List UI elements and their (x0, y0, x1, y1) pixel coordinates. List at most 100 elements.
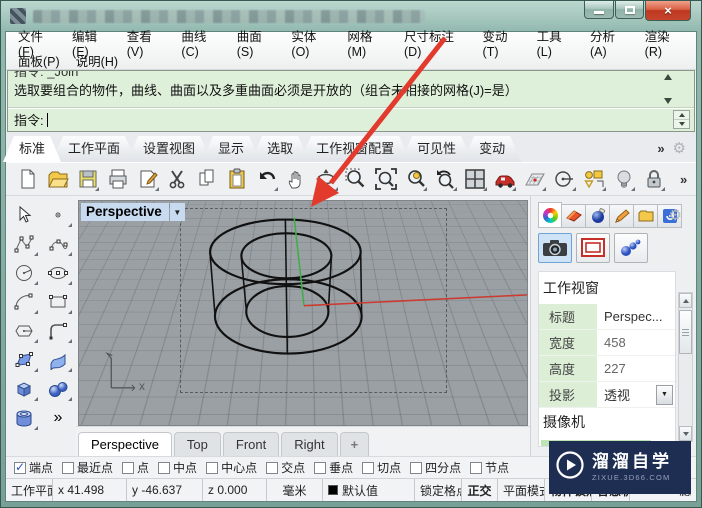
rotate-view-icon[interactable] (314, 165, 339, 193)
maximize-button[interactable] (615, 1, 644, 19)
lock-icon[interactable] (641, 165, 666, 193)
status-layer[interactable]: 默认值 (323, 479, 415, 501)
select-arrow-icon[interactable] (9, 201, 39, 229)
scrollbar-thumb[interactable] (679, 310, 692, 354)
checkbox[interactable] (122, 461, 135, 474)
set-view-icon[interactable] (552, 165, 577, 193)
toolbar-tab-visibility[interactable]: 可见性 (401, 136, 472, 162)
paste-icon[interactable] (224, 165, 249, 193)
status-ortho[interactable]: 正交 (462, 479, 498, 501)
pan-hand-icon[interactable] (284, 165, 309, 193)
toolbar-more-chevron[interactable]: » (671, 165, 696, 193)
osnap-perpendicular[interactable]: 垂点 (314, 459, 353, 476)
cplane-icon[interactable] (522, 165, 547, 193)
property-row-title[interactable]: 标题 Perspec... (539, 304, 675, 330)
checkbox[interactable] (314, 461, 327, 474)
command-spinner[interactable] (673, 110, 690, 129)
osnap-mid[interactable]: 中点 (158, 459, 197, 476)
property-row-projection[interactable]: 投影 透视 ▼ (539, 382, 675, 408)
fillet-curve-icon[interactable] (43, 317, 73, 345)
menu-mesh[interactable]: 网格(M) (339, 25, 396, 60)
camera-properties-button[interactable] (538, 233, 572, 263)
arc-icon[interactable] (9, 288, 39, 316)
osnap-end[interactable]: 端点 (14, 459, 53, 476)
named-view-car-icon[interactable] (493, 165, 518, 193)
scroll-down-icon[interactable] (664, 98, 672, 104)
menu-transform[interactable]: 变动(T) (475, 25, 529, 60)
toolbar-tab-display[interactable]: 显示 (202, 136, 260, 162)
menu-curve[interactable]: 曲线(C) (173, 25, 228, 60)
menu-panels[interactable]: 面板(P) (10, 50, 68, 71)
menu-help[interactable]: 说明(H) (68, 50, 126, 71)
files-tab-icon[interactable] (634, 204, 658, 228)
command-input[interactable]: 指令: (8, 108, 694, 130)
cut-icon[interactable] (165, 165, 190, 193)
osnap-near[interactable]: 最近点 (62, 459, 113, 476)
menu-tools[interactable]: 工具(L) (529, 25, 582, 60)
property-row-height[interactable]: 高度 227 (539, 356, 675, 382)
spinner-up-icon[interactable] (678, 113, 685, 117)
menu-dimension[interactable]: 尺寸标注(D) (396, 25, 475, 60)
menu-analyze[interactable]: 分析(A) (582, 25, 637, 60)
view-tab-perspective[interactable]: Perspective (78, 432, 172, 456)
surface-points-icon[interactable] (9, 346, 39, 374)
left-toolbar-more-chevron[interactable]: » (43, 404, 73, 432)
command-history-scrollbar[interactable] (664, 74, 672, 104)
viewport-layout-icon[interactable] (463, 165, 488, 193)
surface-curved-icon[interactable] (43, 346, 73, 374)
point-icon[interactable] (43, 201, 73, 229)
ellipse-icon[interactable] (43, 259, 73, 287)
zoom-extents-icon[interactable] (373, 165, 398, 193)
status-units[interactable]: 毫米 (267, 479, 323, 501)
status-grid-snap[interactable]: 锁定格点 (415, 479, 462, 501)
panel-gear-icon[interactable]: ⚙ (669, 206, 682, 224)
light-icon[interactable] (612, 165, 637, 193)
export-notes-icon[interactable] (135, 165, 160, 193)
spinner-down-icon[interactable] (678, 122, 685, 126)
view-tab-front[interactable]: Front (222, 432, 280, 456)
view-tab-right[interactable]: Right (281, 432, 338, 456)
render-settings-button[interactable] (614, 233, 648, 263)
checkbox[interactable] (410, 461, 423, 474)
checkbox[interactable] (362, 461, 375, 474)
zoom-previous-icon[interactable] (433, 165, 458, 193)
menu-view[interactable]: 查看(V) (119, 25, 174, 60)
close-button[interactable]: × (645, 1, 691, 21)
zoom-selected-icon[interactable] (403, 165, 428, 193)
viewport-title[interactable]: Perspective (81, 203, 169, 221)
new-file-icon[interactable] (16, 165, 41, 193)
osnap-point[interactable]: 点 (122, 459, 149, 476)
selection-filter-icon[interactable] (582, 165, 607, 193)
polygon-icon[interactable] (9, 317, 39, 345)
toolbar-tab-select[interactable]: 选取 (251, 136, 309, 162)
print-icon[interactable] (105, 165, 130, 193)
checkbox[interactable] (266, 461, 279, 474)
perspective-viewport[interactable]: x Perspective ▼ (78, 200, 528, 427)
rectangle-icon[interactable] (43, 288, 73, 316)
minimize-button[interactable] (584, 1, 614, 19)
viewport-title-dropdown[interactable]: ▼ (169, 203, 185, 221)
checkbox[interactable] (470, 461, 483, 474)
box-icon[interactable] (9, 375, 39, 403)
projection-dropdown-button[interactable]: ▼ (656, 384, 673, 405)
menu-render[interactable]: 渲染(R) (637, 25, 692, 60)
toolbar-tabs-overflow[interactable]: » (657, 141, 664, 156)
checkbox[interactable] (62, 461, 75, 474)
cylinder-icon[interactable] (9, 404, 39, 432)
circle-icon[interactable] (9, 259, 39, 287)
curve-control-points-icon[interactable] (9, 230, 39, 258)
toolbar-tab-viewport-config[interactable]: 工作视窗配置 (300, 136, 410, 162)
checkbox[interactable] (206, 461, 219, 474)
osnap-quadrant[interactable]: 四分点 (410, 459, 461, 476)
toolbar-gear-icon[interactable]: ⚙ (673, 139, 686, 157)
copy-icon[interactable] (195, 165, 220, 193)
checkbox-checked[interactable] (14, 460, 26, 474)
status-planar[interactable]: 平面模式 (498, 479, 545, 501)
add-view-tab-button[interactable]: + (339, 432, 370, 456)
view-tab-top[interactable]: Top (173, 432, 221, 456)
notes-tab-icon[interactable] (610, 204, 634, 228)
panel-scrollbar[interactable] (678, 292, 693, 442)
toolbar-tab-transform[interactable]: 变动 (463, 136, 521, 162)
toolbar-tab-cplane[interactable]: 工作平面 (52, 136, 136, 162)
osnap-center[interactable]: 中心点 (206, 459, 257, 476)
